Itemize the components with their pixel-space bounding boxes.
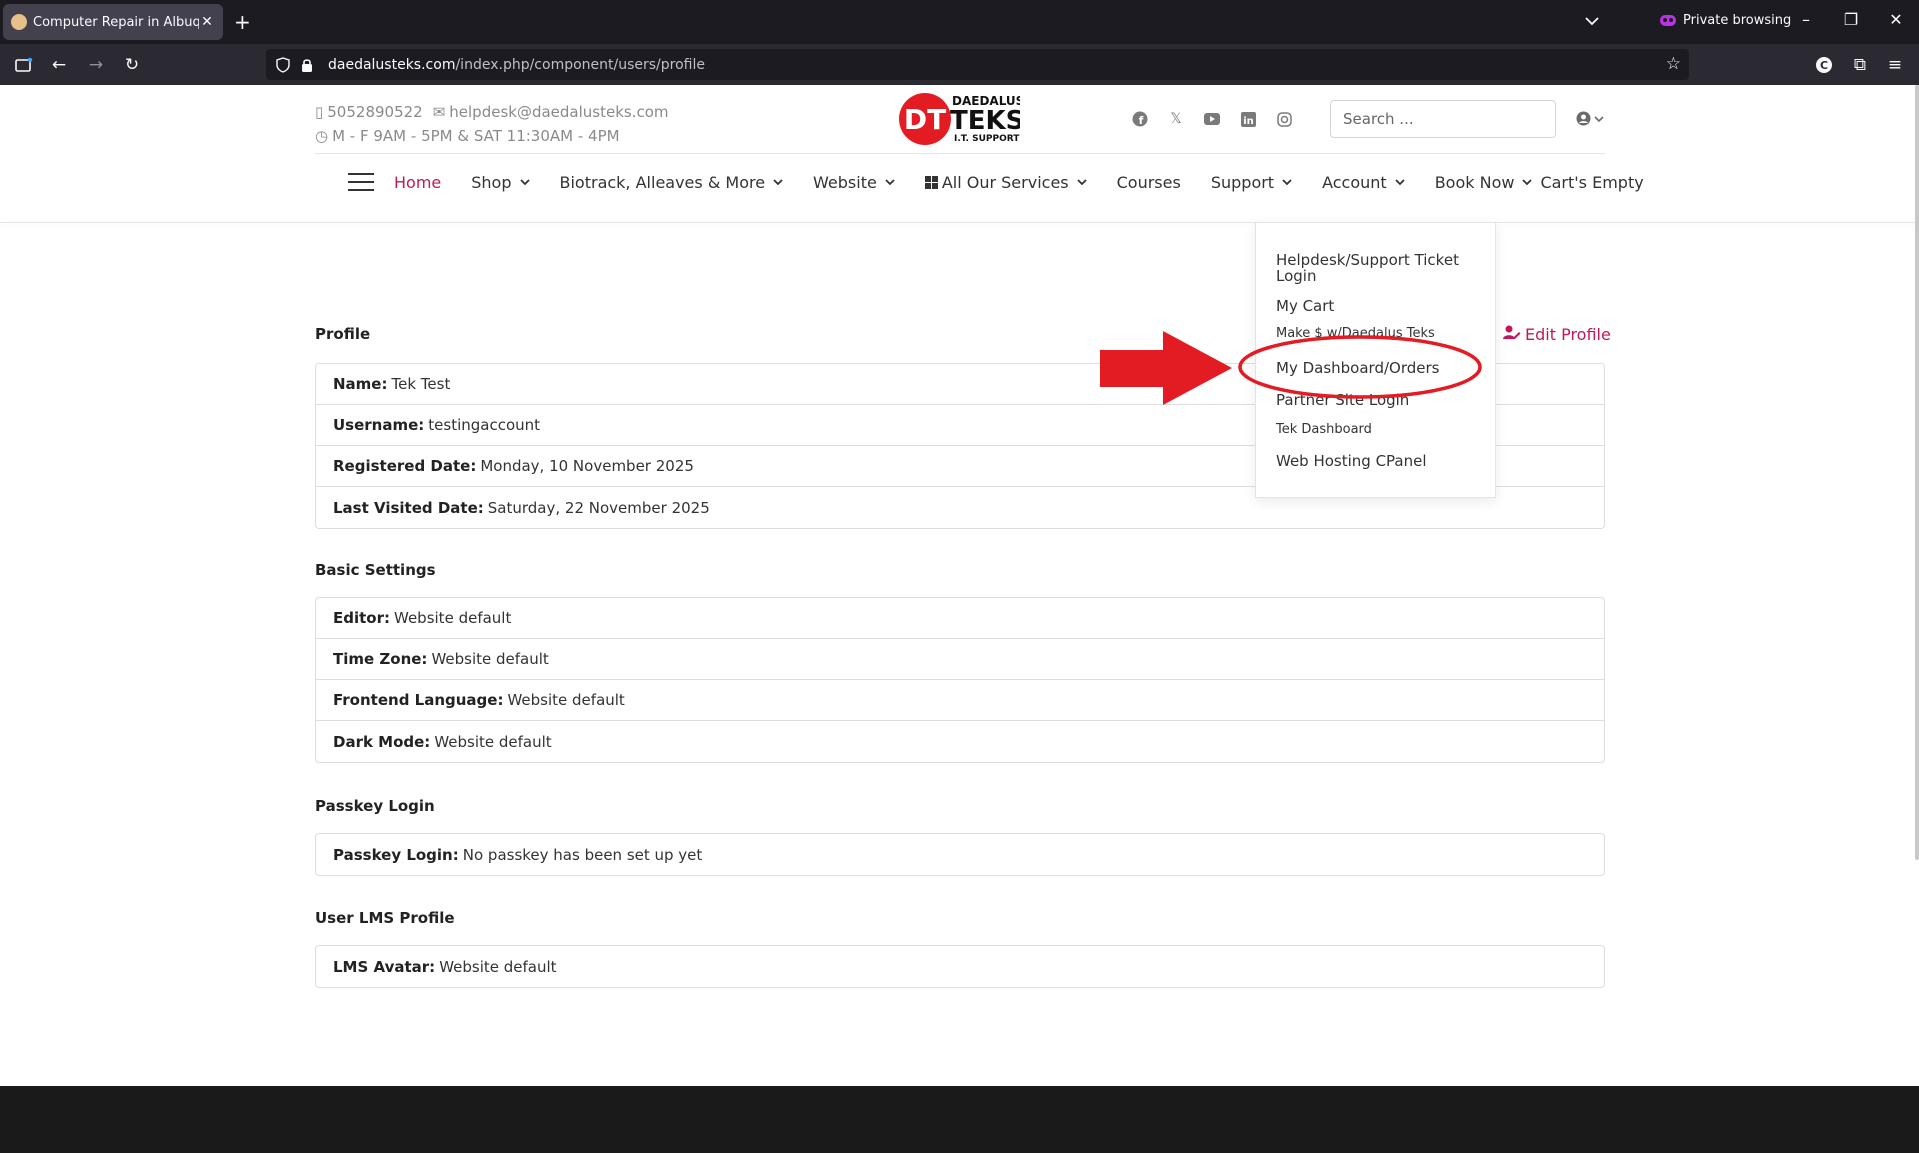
chevron-down-icon (1076, 179, 1087, 186)
youtube-icon[interactable] (1204, 111, 1220, 127)
close-window-icon[interactable]: ✕ (1884, 10, 1908, 29)
facebook-icon[interactable]: f (1132, 111, 1148, 127)
url-text: daedalusteks.com/index.php/component/use… (328, 56, 705, 73)
header-divider (315, 153, 1605, 154)
passkey-card: Passkey Login: No passkey has been set up… (315, 833, 1605, 876)
section-title-lms: User LMS Profile (315, 909, 455, 927)
account-c-icon[interactable]: C (1811, 52, 1837, 78)
windows-icon (924, 175, 938, 189)
search-input[interactable] (1330, 100, 1556, 138)
menu-item-website[interactable]: Website (813, 173, 895, 192)
chevron-down-icon (1395, 179, 1405, 186)
setting-row: Time Zone: Website default (316, 639, 1604, 680)
dropdown-item-my-cart[interactable]: My Cart (1276, 297, 1334, 315)
chevron-down-icon (1594, 115, 1604, 122)
private-browsing-label: Private browsing (1683, 13, 1792, 28)
user-edit-icon (1503, 325, 1521, 344)
app-menu-icon[interactable]: ≡ (1882, 52, 1908, 78)
menu-item-all-our-services[interactable]: All Our Services (924, 173, 1087, 192)
menu-item-account[interactable]: Account (1322, 173, 1405, 192)
private-browsing-indicator: Private browsing (1660, 13, 1791, 28)
lock-icon[interactable] (300, 57, 314, 73)
basic-settings-card: Editor: Website default Time Zone: Website… (315, 597, 1605, 763)
svg-text:f: f (1139, 114, 1144, 127)
section-title-passkey: Passkey Login (315, 797, 435, 815)
chevron-down-icon (1282, 179, 1292, 186)
menu-item-book-now[interactable]: Book Now (1435, 173, 1533, 192)
menu-divider (0, 222, 1915, 223)
dropdown-item-my-dashboard[interactable]: My Dashboard/Orders (1276, 359, 1439, 377)
instagram-icon[interactable] (1276, 111, 1292, 127)
sidebar-toggle-icon[interactable] (11, 52, 37, 78)
main-menu: Home Shop Biotrack, Alleaves & More Webs… (348, 167, 1674, 197)
menu-item-cart[interactable]: Cart's Empty (1540, 173, 1643, 192)
dropdown-item-tek-dashboard[interactable]: Tek Dashboard (1276, 422, 1372, 437)
hamburger-menu-icon[interactable] (348, 173, 374, 191)
setting-row: Editor: Website default (316, 598, 1604, 639)
dropdown-item-make-money[interactable]: Make $ w/Daedalus Teks (1276, 326, 1435, 341)
tab-close-icon[interactable]: ✕ (199, 14, 215, 30)
passkey-row: Passkey Login: No passkey has been set up… (333, 845, 703, 864)
browser-tab[interactable]: Computer Repair in Albuquerque ✕ (3, 4, 223, 40)
svg-text:C: C (1820, 59, 1828, 72)
svg-text:in: in (1243, 116, 1254, 127)
chevron-down-icon (519, 179, 530, 186)
dropdown-item-web-hosting[interactable]: Web Hosting CPanel (1276, 452, 1427, 470)
page-scrollbar[interactable] (1915, 85, 1919, 860)
web-page: ▯ 5052890522 ✉ helpdesk@daedalusteks.com… (0, 85, 1919, 1153)
svg-text:I.T. SUPPORT: I.T. SUPPORT (954, 134, 1020, 144)
restore-icon[interactable]: ❐ (1839, 10, 1863, 29)
chevron-down-icon (1522, 179, 1533, 186)
svg-text:TEKS: TEKS (950, 106, 1020, 136)
site-logo[interactable]: DT DAEDALUS TEKS I.T. SUPPORT (898, 91, 1020, 147)
new-tab-icon[interactable]: + (234, 10, 251, 34)
dropdown-item-helpdesk-login[interactable]: Helpdesk/Support Ticket Login (1276, 252, 1476, 284)
lms-card: LMS Avatar: Website default (315, 945, 1605, 988)
clock-icon: ◷ (315, 127, 329, 145)
social-links: f 𝕏 in (1132, 111, 1292, 127)
menu-item-courses[interactable]: Courses (1117, 173, 1181, 192)
lms-row: LMS Avatar: Website default (333, 957, 557, 976)
phone-number[interactable]: 5052890522 (327, 100, 422, 124)
user-menu-toggle[interactable] (1576, 111, 1604, 126)
chevron-down-icon (773, 179, 783, 186)
tab-list-chevron-icon[interactable] (1583, 12, 1601, 30)
business-hours: M - F 9AM - 5PM & SAT 11:30AM - 4PM (332, 127, 620, 145)
contact-info: ▯ 5052890522 ✉ helpdesk@daedalusteks.com… (315, 100, 669, 148)
setting-row: Frontend Language: Website default (316, 680, 1604, 721)
reload-icon[interactable]: ↻ (119, 52, 145, 78)
browser-nav-bar: ← → ↻ daedalusteks.com/index.php/compone… (0, 44, 1919, 85)
linkedin-icon[interactable]: in (1240, 111, 1256, 127)
edit-profile-link[interactable]: Edit Profile (1503, 325, 1611, 344)
setting-row: Dark Mode: Website default (333, 732, 552, 751)
account-dropdown: Helpdesk/Support Ticket Login My Cart Ma… (1255, 222, 1496, 498)
chevron-down-icon (885, 179, 895, 186)
phone-icon: ▯ (315, 103, 324, 121)
private-mask-icon (1660, 15, 1676, 26)
minimize-icon[interactable]: – (1794, 10, 1818, 29)
x-icon[interactable]: 𝕏 (1168, 111, 1184, 127)
tracking-shield-icon[interactable] (276, 56, 290, 73)
bookmark-star-icon[interactable]: ☆ (1666, 54, 1681, 74)
menu-item-shop[interactable]: Shop (471, 173, 530, 192)
user-circle-icon (1576, 111, 1591, 126)
section-title-basic-settings: Basic Settings (315, 561, 436, 579)
svg-text:DT: DT (904, 103, 946, 136)
envelope-icon: ✉ (432, 103, 446, 121)
section-title-profile: Profile (315, 325, 371, 343)
forward-icon[interactable]: → (83, 52, 109, 78)
menu-item-biotrack[interactable]: Biotrack, Alleaves & More (560, 173, 784, 192)
dropdown-item-partner-login[interactable]: Partner Site Login (1276, 391, 1409, 409)
site-favicon-icon (11, 14, 27, 30)
menu-item-home[interactable]: Home (394, 173, 441, 192)
tab-title: Computer Repair in Albuquerque (33, 14, 199, 30)
menu-item-support[interactable]: Support (1211, 173, 1292, 192)
email-link[interactable]: helpdesk@daedalusteks.com (449, 100, 668, 124)
extensions-icon[interactable]: ⧉ (1847, 52, 1873, 78)
browser-tab-bar: Computer Repair in Albuquerque ✕ + Priva… (0, 0, 1919, 44)
back-icon[interactable]: ← (46, 52, 72, 78)
page-footer (0, 1086, 1919, 1153)
address-bar[interactable]: daedalusteks.com/index.php/component/use… (266, 49, 1689, 80)
